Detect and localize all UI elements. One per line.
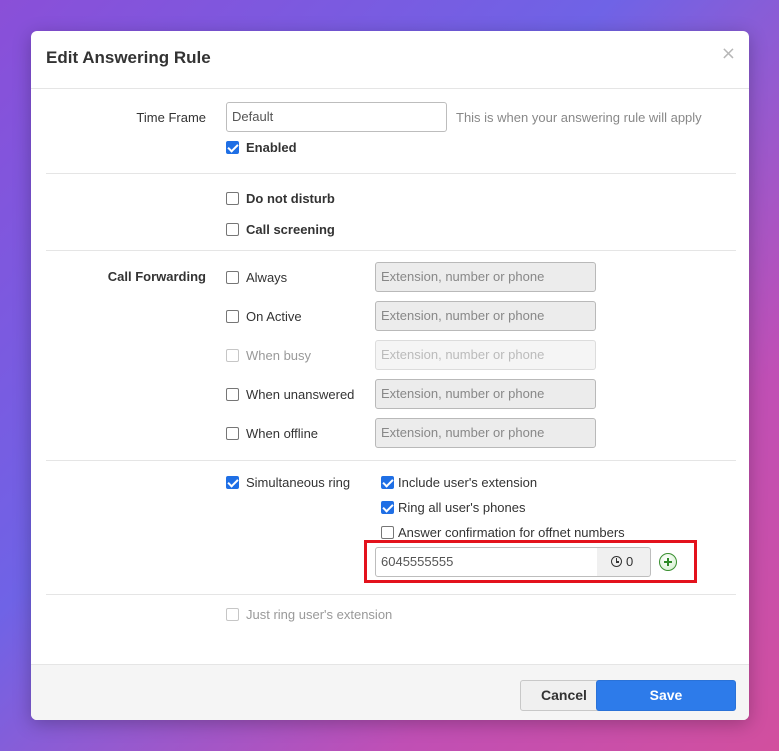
- highlight-box: [364, 540, 697, 583]
- call-screening-checkbox[interactable]: [226, 223, 239, 236]
- include-extension-checkbox[interactable]: [381, 476, 394, 489]
- simultaneous-ring-label: Simultaneous ring: [246, 475, 351, 490]
- forward-when-unanswered-label: When unanswered: [246, 387, 355, 402]
- forward-when-unanswered-checkbox[interactable]: [226, 388, 239, 401]
- time-frame-hint: This is when your answering rule will ap…: [456, 110, 702, 125]
- do-not-disturb-label: Do not disturb: [246, 191, 335, 206]
- close-icon[interactable]: ×: [721, 43, 736, 64]
- forward-when-busy-label: When busy: [246, 348, 312, 363]
- time-frame-select[interactable]: Default: [226, 102, 447, 132]
- edit-answering-rule-dialog: Edit Answering Rule × Time Frame Default…: [31, 31, 749, 720]
- save-button[interactable]: Save: [596, 680, 736, 711]
- divider: [46, 250, 736, 251]
- forward-on-active-checkbox[interactable]: [226, 310, 239, 323]
- forward-when-unanswered-input[interactable]: Extension, number or phone: [375, 379, 596, 409]
- enabled-checkbox[interactable]: [226, 141, 239, 154]
- forward-when-busy-input[interactable]: Extension, number or phone: [375, 340, 596, 370]
- time-frame-label: Time Frame: [136, 110, 206, 125]
- forward-on-active-input[interactable]: Extension, number or phone: [375, 301, 596, 331]
- dialog-footer: Cancel Save: [31, 664, 749, 720]
- include-extension-label: Include user's extension: [398, 475, 538, 490]
- forward-when-offline-label: When offline: [246, 426, 319, 441]
- forward-when-offline-checkbox[interactable]: [226, 427, 239, 440]
- simultaneous-ring-checkbox[interactable]: [226, 476, 239, 489]
- forward-when-offline-input[interactable]: Extension, number or phone: [375, 418, 596, 448]
- just-ring-extension-label: Just ring user's extension: [246, 607, 393, 622]
- ring-all-phones-label: Ring all user's phones: [398, 500, 526, 515]
- forward-always-checkbox[interactable]: [226, 271, 239, 284]
- divider: [46, 173, 736, 174]
- call-forwarding-label: Call Forwarding: [107, 269, 206, 284]
- answer-confirmation-checkbox[interactable]: [381, 526, 394, 539]
- ring-all-phones-checkbox[interactable]: [381, 501, 394, 514]
- call-screening-label: Call screening: [246, 222, 335, 237]
- divider: [46, 594, 736, 595]
- divider: [46, 460, 736, 461]
- forward-when-busy-checkbox[interactable]: [226, 349, 239, 362]
- dialog-title: Edit Answering Rule: [46, 48, 211, 67]
- enabled-label: Enabled: [246, 140, 297, 155]
- just-ring-extension-checkbox[interactable]: [226, 608, 239, 621]
- forward-on-active-label: On Active: [246, 309, 302, 324]
- cancel-button[interactable]: Cancel: [520, 680, 608, 711]
- dialog-header: Edit Answering Rule ×: [31, 31, 749, 89]
- answer-confirmation-label: Answer confirmation for offnet numbers: [398, 525, 625, 540]
- forward-always-label: Always: [246, 270, 288, 285]
- do-not-disturb-checkbox[interactable]: [226, 192, 239, 205]
- forward-always-input[interactable]: Extension, number or phone: [375, 262, 596, 292]
